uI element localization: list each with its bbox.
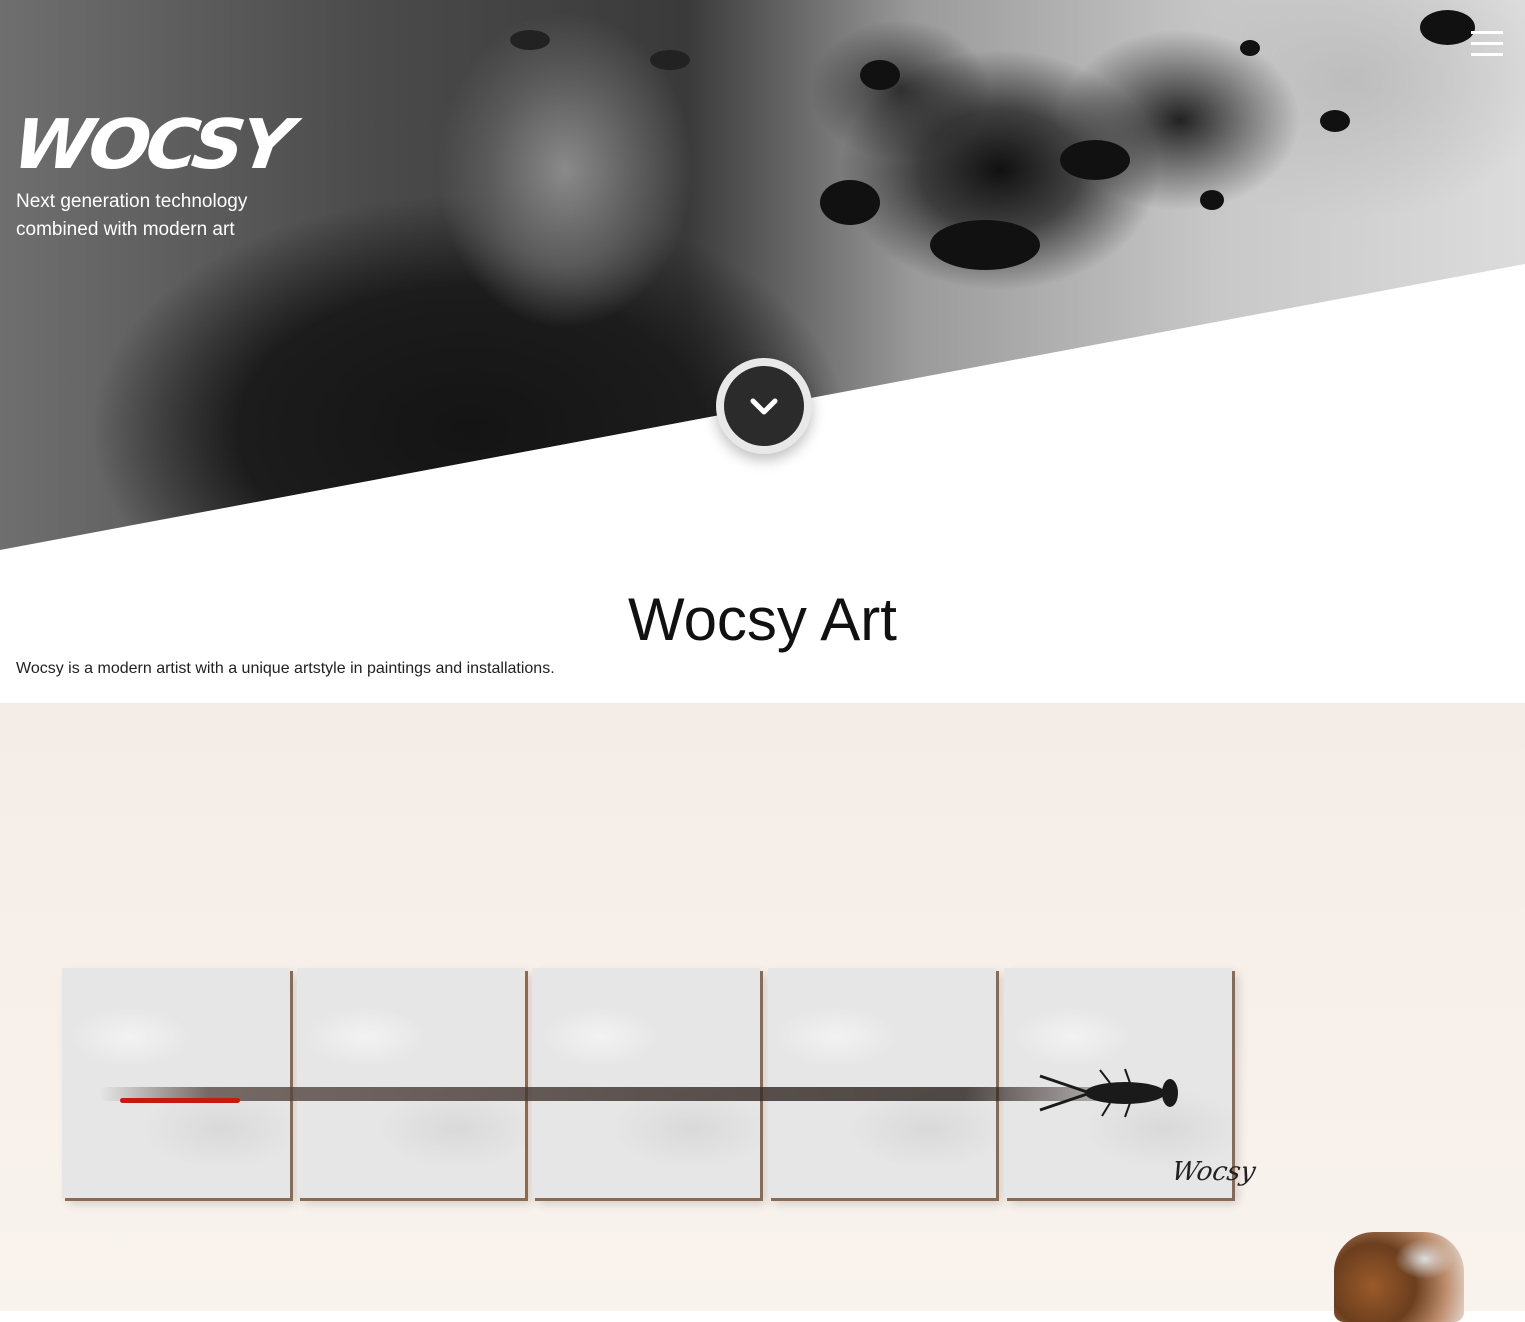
canvas-panel-4 [768,968,996,1198]
artist-description: Wocsy is a modern artist with a unique a… [16,660,555,677]
painted-stroke [100,1087,1180,1101]
hero-section: WOCSY Next generation technology combine… [0,0,1525,560]
hero-tagline: Next generation technology combined with… [16,188,316,244]
red-paint-stroke [120,1098,240,1103]
brand-logo[interactable]: WOCSY [8,104,294,184]
chevron-down-icon [750,398,778,415]
hero-artist-photo [0,0,1525,550]
hamburger-icon[interactable] [1471,31,1503,57]
gallery-artwork-photo [0,703,1525,1311]
canvas-panel-3 [532,968,760,1198]
scroll-down-button[interactable] [716,358,812,454]
canvas-panel-2 [297,968,525,1198]
tagline-line-2: combined with modern art [16,219,235,240]
scroll-button-inner [724,366,804,446]
page-title: Wocsy Art [628,586,897,653]
lobster-painting-icon [1039,1068,1178,1118]
canvas-panel-1 [62,968,290,1198]
artist-signature: Wocsy [1169,1157,1258,1187]
vr-headset-sculpture [1334,1232,1464,1322]
tagline-line-1: Next generation technology [16,191,248,212]
